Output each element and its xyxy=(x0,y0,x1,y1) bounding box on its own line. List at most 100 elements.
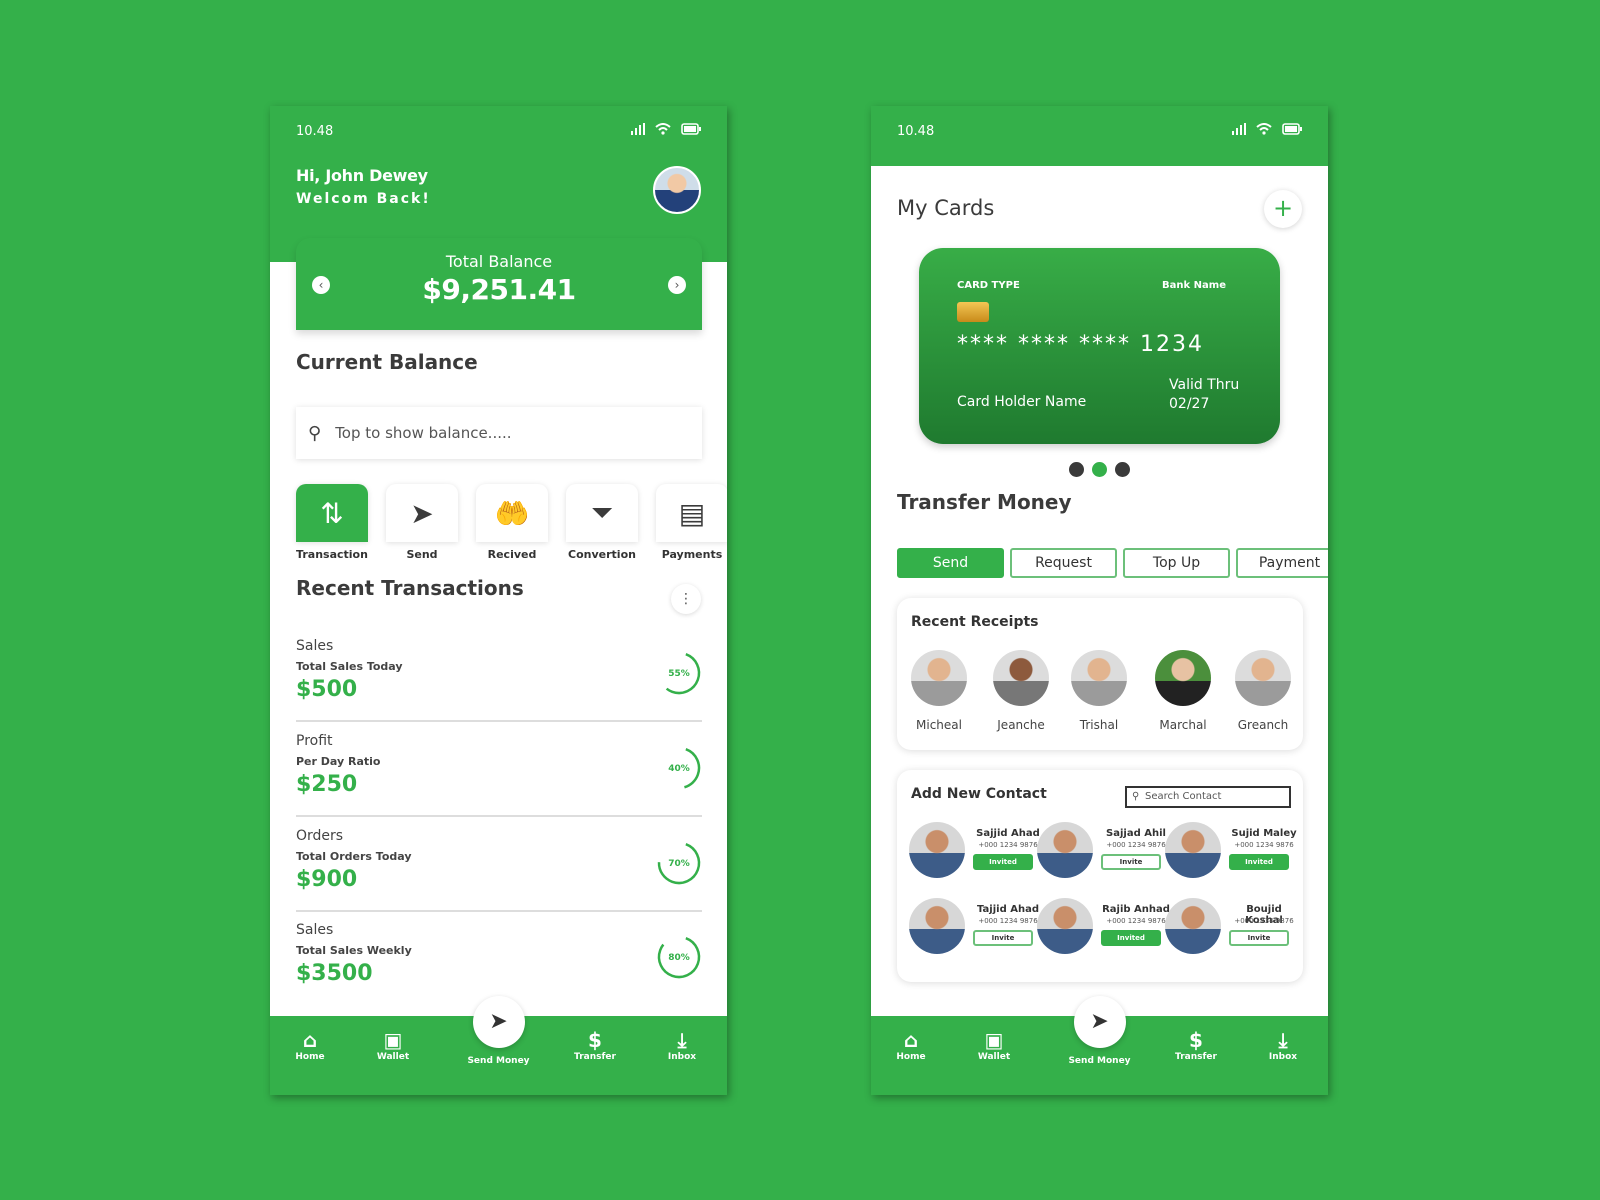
avatar[interactable] xyxy=(653,166,701,214)
pager-dot-active[interactable] xyxy=(1092,462,1107,477)
nav-label: Inbox xyxy=(667,1052,697,1062)
quick-action-label: Payments xyxy=(661,548,723,561)
transaction-title: Orders xyxy=(296,828,344,844)
home-icon: ⌂ xyxy=(903,1028,919,1052)
invite-button[interactable]: Invite xyxy=(973,930,1033,946)
quick-action-label: Recived xyxy=(487,548,537,561)
quick-action-transaction[interactable]: ⇅ Transaction xyxy=(296,484,368,561)
send-money-button[interactable]: ➤ xyxy=(1073,996,1126,1048)
contact-item: Tajjid Ahad +000 1234 9876 Invite xyxy=(909,898,1039,962)
chevron-left-icon[interactable]: ‹ xyxy=(312,276,330,294)
invited-button[interactable]: Invited xyxy=(1101,930,1161,946)
quick-actions: ⇅ Transaction ➤ Send 🤲 Recived ⏷ Convert… xyxy=(296,484,727,561)
status-bar: 10.48 xyxy=(270,106,727,156)
paper-plane-icon: ➤ xyxy=(1090,1009,1109,1034)
total-balance-amount: $9,251.41 xyxy=(422,273,576,306)
paper-plane-icon: ➤ xyxy=(489,1009,508,1034)
contact-item: Rajib Anhad +000 1234 9876 Invited xyxy=(1037,898,1170,962)
wifi-icon xyxy=(1256,123,1272,139)
nav-home[interactable]: ⌂ Home xyxy=(275,1028,345,1062)
recent-receipts-panel: Recent Receipts Micheal Jeanche Trishal … xyxy=(897,598,1303,750)
receipt-item[interactable]: Micheal xyxy=(899,650,979,732)
nav-inbox[interactable]: ⤓ Inbox xyxy=(647,1028,717,1062)
invite-button[interactable]: Invite xyxy=(1101,854,1161,870)
avatar xyxy=(1037,898,1093,954)
tab-request[interactable]: Request xyxy=(1010,548,1117,578)
invite-button[interactable]: Invite xyxy=(1229,930,1289,946)
nav-wallet[interactable]: ▣ Wallet xyxy=(959,1028,1029,1062)
transaction-subtitle: Total Sales Today xyxy=(296,660,403,673)
transaction-amount: $250 xyxy=(296,772,358,797)
quick-action-payments[interactable]: ▤ Payments xyxy=(656,484,727,561)
valid-thru-label: Valid Thru xyxy=(1169,377,1240,393)
contact-item: Sajjad Ahil +000 1234 9876 Invite xyxy=(1037,822,1166,886)
transaction-amount: $500 xyxy=(296,677,358,702)
tab-send[interactable]: Send xyxy=(897,548,1004,578)
contact-name: Sujid Maley xyxy=(1231,828,1297,839)
welcome-text: Welcom Back! xyxy=(296,191,431,207)
nav-home[interactable]: ⌂ Home xyxy=(876,1028,946,1062)
contact-phone: +000 1234 9876 xyxy=(1106,841,1166,849)
progress-ring: 80% xyxy=(657,935,701,979)
pager-dot[interactable] xyxy=(1115,462,1130,477)
receive-money-icon: 🤲 xyxy=(476,484,548,542)
wallet-icon: ▣ xyxy=(383,1028,403,1052)
more-options-icon[interactable]: ⋮ xyxy=(671,584,701,614)
nav-inbox[interactable]: ⤓ Inbox xyxy=(1248,1028,1318,1062)
transaction-subtitle: Total Orders Today xyxy=(296,850,412,863)
progress-label: 80% xyxy=(668,953,690,963)
quick-action-send[interactable]: ➤ Send xyxy=(386,484,458,561)
chevron-right-icon[interactable]: › xyxy=(668,276,686,294)
dollar-exchange-icon: $ xyxy=(588,1028,602,1052)
invited-button[interactable]: Invited xyxy=(1229,854,1289,870)
transaction-row[interactable]: Sales Total Sales Today $500 55% xyxy=(296,628,702,722)
tab-payment[interactable]: Payment xyxy=(1236,548,1328,578)
battery-icon xyxy=(681,123,701,139)
quick-action-received[interactable]: 🤲 Recived xyxy=(476,484,548,561)
greeting: Hi, John Dewey Welcom Back! xyxy=(296,166,431,207)
receipt-item[interactable]: Trishal xyxy=(1059,650,1139,732)
nav-label: Send Money xyxy=(467,1056,530,1066)
wifi-icon xyxy=(655,123,671,139)
invited-button[interactable]: Invited xyxy=(973,854,1033,870)
send-money-button[interactable]: ➤ xyxy=(472,996,525,1048)
transaction-row[interactable]: Profit Per Day Ratio $250 40% xyxy=(296,723,702,817)
transaction-row[interactable]: Sales Total Sales Weekly $3500 80% xyxy=(296,912,702,1006)
transaction-row[interactable]: Orders Total Orders Today $900 70% xyxy=(296,818,702,912)
recent-transactions-title: Recent Transactions xyxy=(296,576,524,600)
receipt-item[interactable]: Jeanche xyxy=(981,650,1061,732)
progress-ring: 55% xyxy=(657,651,701,695)
tab-top-up[interactable]: Top Up xyxy=(1123,548,1230,578)
bottom-nav: ⌂ Home ▣ Wallet ➤ Send Money $ Transfer ⤓ In… xyxy=(871,996,1328,1095)
contact-name: Rajib Anhad xyxy=(1102,904,1170,915)
funnel-icon: ⏷ xyxy=(566,484,638,542)
quick-action-conversion[interactable]: ⏷ Convertion xyxy=(566,484,638,561)
contact-name: Tajjid Ahad xyxy=(977,904,1039,915)
receipt-item[interactable]: Greanch xyxy=(1223,650,1303,732)
search-contact-input[interactable]: ⚲ Search Contact xyxy=(1125,786,1291,808)
wallet-icon: ▤ xyxy=(656,484,727,542)
dollar-exchange-icon: $ xyxy=(1189,1028,1203,1052)
nav-transfer[interactable]: $ Transfer xyxy=(1161,1028,1231,1062)
contact-name: Sajjid Ahad xyxy=(976,828,1040,839)
status-time: 10.48 xyxy=(296,123,334,139)
avatar xyxy=(993,650,1049,706)
search-contact-placeholder: Search Contact xyxy=(1145,791,1222,802)
progress-ring: 70% xyxy=(657,841,701,885)
pager-dot[interactable] xyxy=(1069,462,1084,477)
avatar xyxy=(1037,822,1093,878)
add-card-button[interactable]: + xyxy=(1264,190,1302,228)
receipt-item[interactable]: Marchal xyxy=(1143,650,1223,732)
credit-card[interactable]: CARD TYPE Bank Name **** **** **** 1234 … xyxy=(919,248,1280,444)
battery-icon xyxy=(1282,123,1302,139)
nav-wallet[interactable]: ▣ Wallet xyxy=(358,1028,428,1062)
progress-label: 55% xyxy=(668,669,690,679)
nav-label: Wallet xyxy=(977,1052,1011,1062)
balance-search-input[interactable]: ⚲ Top to show balance..... xyxy=(296,407,702,459)
signal-icon xyxy=(1232,123,1246,139)
download-icon: ⤓ xyxy=(677,1028,687,1052)
nav-label: Wallet xyxy=(376,1052,410,1062)
nav-transfer[interactable]: $ Transfer xyxy=(560,1028,630,1062)
bottom-nav: ⌂ Home ▣ Wallet ➤ Send Money $ Transfer ⤓ In… xyxy=(270,996,727,1095)
card-pager xyxy=(871,462,1328,477)
